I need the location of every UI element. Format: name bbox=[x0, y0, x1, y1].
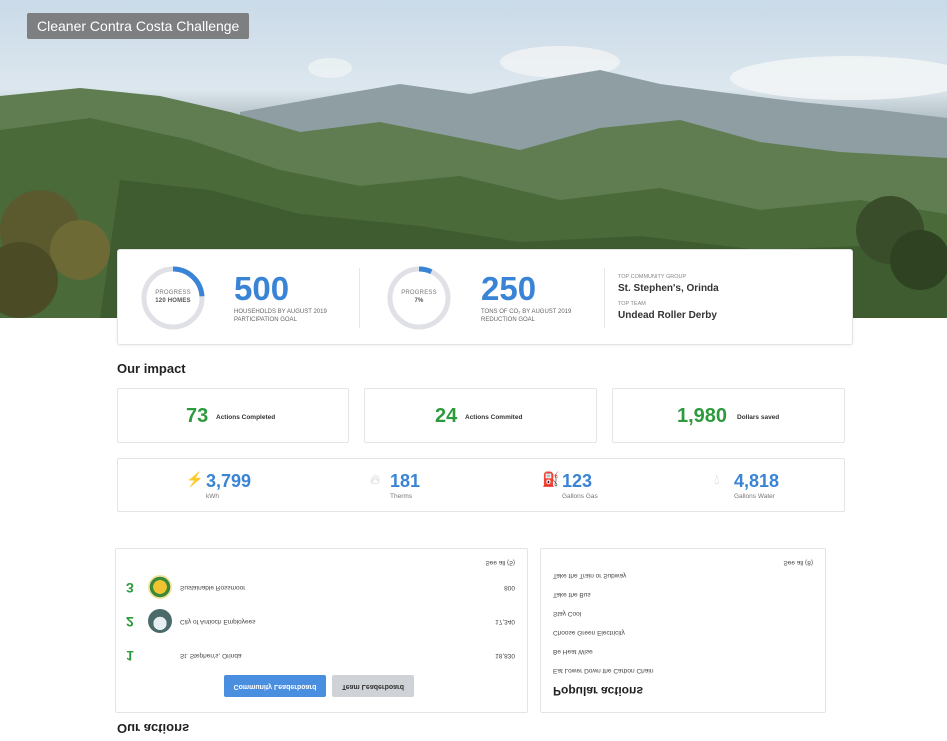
leaderboard-see-all-link[interactable]: See all (5) bbox=[485, 559, 515, 566]
water-drop-icon: 💧︎ bbox=[714, 471, 720, 487]
avatar bbox=[148, 575, 172, 599]
leaderboard-rank: 3 bbox=[126, 580, 134, 596]
divider bbox=[604, 268, 605, 328]
community-leaderboard-button[interactable]: Community Leaderboard bbox=[224, 675, 326, 697]
leaderboard-value: 800 bbox=[504, 584, 515, 591]
households-gauge-label: PROGRESS 120 HOMES bbox=[155, 290, 191, 304]
actions-completed-label: Actions Completed bbox=[216, 414, 276, 421]
leaderboard-name: Sustainable Rossmoor bbox=[180, 584, 246, 591]
therms-unit: Therms bbox=[390, 493, 413, 500]
popular-action-item[interactable]: Be Heat Wise bbox=[553, 648, 593, 655]
water-value: 4,818 bbox=[734, 471, 780, 491]
page-title: Cleaner Contra Costa Challenge bbox=[27, 13, 250, 39]
team-leaderboard-button[interactable]: Team Leaderboard bbox=[332, 675, 414, 697]
leaderboard-value: 18,830 bbox=[495, 652, 515, 659]
impact-stat-card: 24 Actions Commited bbox=[364, 388, 597, 443]
top-team-label: TOP TEAM bbox=[618, 301, 646, 307]
leaderboard-row[interactable]: 3 Sustainable Rossmoor 800 bbox=[116, 572, 527, 602]
kwh-value: 3,799 bbox=[206, 471, 252, 491]
emissions-goal-number: 250 bbox=[481, 270, 537, 307]
emissions-goal-caption: TONS OF CO₂ BY AUGUST 2019 REDUCTION GOA… bbox=[481, 309, 572, 323]
leaderboard-value: 17,340 bbox=[495, 618, 515, 625]
popular-action-item[interactable]: Eat Lower Down the Carbon Chain bbox=[553, 667, 653, 674]
leaderboard-row[interactable]: 2 City of Antioch Employees 17,340 bbox=[116, 606, 527, 636]
popular-action-item[interactable]: Stay Cool bbox=[553, 610, 581, 617]
kwh-unit: kWh bbox=[206, 493, 219, 500]
emissions-gauge-label: PROGRESS 7% bbox=[401, 290, 437, 304]
popular-action-item[interactable]: Take the Train or Subway bbox=[553, 572, 626, 579]
households-goal-number: 500 bbox=[234, 270, 290, 307]
leaderboard-name: St. Stephen's, Orinda bbox=[180, 652, 242, 659]
actions-section-title: Our actions bbox=[117, 721, 190, 736]
popular-actions-title: Popular actions bbox=[553, 684, 644, 698]
top-community-label: TOP COMMUNITY GROUP bbox=[618, 274, 687, 280]
leaderboard-name: City of Antioch Employees bbox=[180, 618, 256, 625]
impact-section-title: Our impact bbox=[117, 361, 186, 376]
actions-completed-value: 73 bbox=[186, 405, 209, 427]
popular-action-item[interactable]: Choose Green Electricity bbox=[553, 629, 625, 636]
dollars-saved-value: 1,980 bbox=[677, 405, 728, 427]
gas-value: 123 bbox=[562, 471, 593, 491]
leaderboard-rank: 2 bbox=[126, 614, 134, 630]
therms-value: 181 bbox=[390, 471, 421, 491]
emissions-progress-gauge: PROGRESS 7% bbox=[386, 265, 452, 331]
gas-pump-icon: ⛽ bbox=[542, 471, 560, 487]
households-goal-caption: HOUSEHOLDS BY AUGUST 2019 PARTICIPATION … bbox=[234, 309, 327, 323]
flame-icon: 🔥︎ bbox=[370, 471, 381, 487]
lightning-icon: ⚡ bbox=[186, 471, 204, 487]
households-progress-gauge: PROGRESS 120 HOMES bbox=[140, 265, 206, 331]
top-team-value[interactable]: Undead Roller Derby bbox=[618, 310, 717, 321]
avatar bbox=[148, 609, 172, 633]
divider bbox=[359, 268, 360, 328]
water-unit: Gallons Water bbox=[734, 493, 775, 500]
leaderboard-row[interactable]: 1 St. Stephen's, Orinda 18,830 bbox=[116, 640, 527, 670]
goals-card: PROGRESS 120 HOMES 500 HOUSEHOLDS BY AUG… bbox=[117, 249, 853, 345]
dollars-saved-label: Dollars saved bbox=[737, 414, 780, 421]
impact-stat-card: 73 Actions Completed bbox=[117, 388, 349, 443]
popular-action-item[interactable]: Take the Bus bbox=[553, 591, 591, 598]
resource-savings-card: ⚡ 3,799 kWh 🔥︎ 181 Therms ⛽ 123 Gallons … bbox=[117, 458, 845, 512]
actions-section: Our actions Community Leaderboard Team L… bbox=[0, 518, 947, 741]
leaderboard-card: Community Leaderboard Team Leaderboard 1… bbox=[115, 548, 528, 713]
actions-committed-value: 24 bbox=[435, 405, 458, 427]
impact-stat-card: 1,980 Dollars saved bbox=[612, 388, 845, 443]
popular-actions-see-all-link[interactable]: See all (8) bbox=[783, 559, 813, 566]
top-community-value[interactable]: St. Stephen's, Orinda bbox=[618, 283, 719, 294]
leaderboard-rank: 1 bbox=[126, 648, 134, 664]
popular-actions-card: Popular actions Eat Lower Down the Carbo… bbox=[540, 548, 826, 713]
gas-unit: Gallons Gas bbox=[562, 493, 598, 500]
actions-committed-label: Actions Commited bbox=[465, 414, 523, 421]
